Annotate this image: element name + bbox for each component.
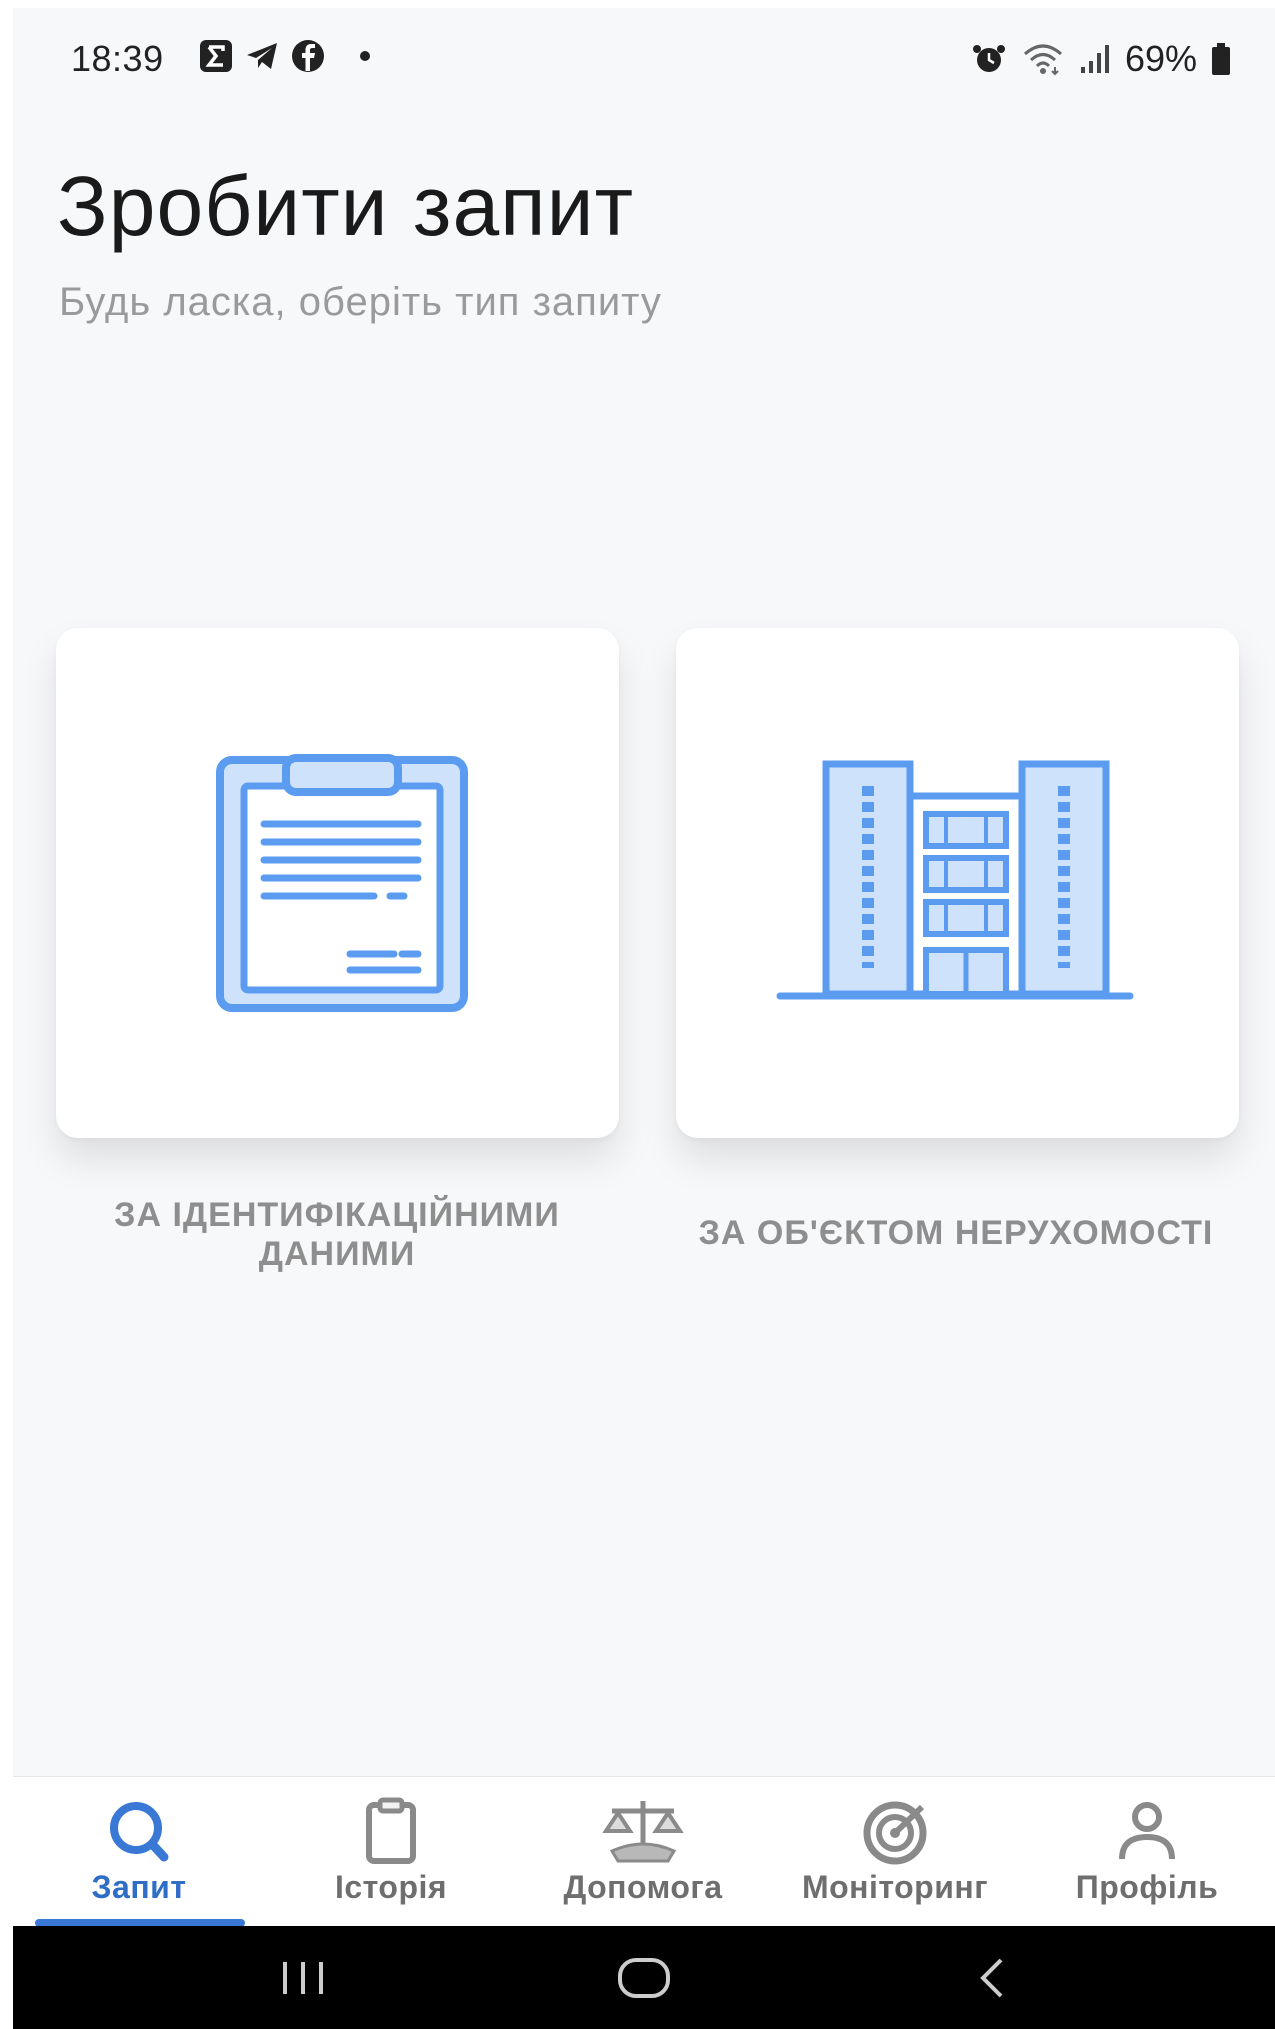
option-label-identification[interactable]: ЗА ІДЕНТИФІКАЦІЙНИМИ ДАНИМИ (57, 1196, 617, 1274)
system-status-icons: 69% (971, 38, 1231, 80)
notification-dot (360, 51, 370, 61)
nav-item-zapyt[interactable]: Запит (13, 1777, 265, 1927)
page-title: Зробити запит (57, 159, 635, 253)
nav-item-dopomoha[interactable]: Допомога (517, 1777, 769, 1927)
nav-item-monitoring[interactable]: Моніторинг (769, 1777, 1021, 1927)
signal-icon (1080, 45, 1109, 73)
bottom-navigation: Запит Історія Допомога Моніторинг Профіл… (13, 1776, 1275, 1927)
recents-button[interactable] (203, 1926, 403, 2029)
clipboard-icon (366, 1797, 416, 1864)
home-icon (618, 1957, 670, 1998)
document-clipboard-icon (216, 754, 468, 1012)
option-label-real-estate[interactable]: ЗА ОБ'ЄКТОМ НЕРУХОМОСТІ (676, 1214, 1236, 1253)
user-icon (1119, 1802, 1175, 1860)
nav-label-profil: Профіль (1075, 1869, 1219, 1905)
radar-icon (863, 1801, 927, 1865)
nav-label-zapyt: Запит (91, 1869, 187, 1905)
back-icon (980, 1958, 1003, 1997)
nav-label-istoriya: Історія (334, 1869, 448, 1905)
option-card-real-estate[interactable] (676, 628, 1239, 1138)
battery-percent: 69% (1124, 38, 1197, 79)
status-bar: 18:39 69% (13, 8, 1275, 108)
system-navigation-bar (13, 1926, 1275, 2029)
building-icon (776, 760, 1134, 1000)
search-icon (110, 1802, 169, 1862)
facebook-icon (292, 40, 324, 72)
telegram-icon (247, 43, 277, 69)
option-card-identification[interactable] (56, 628, 619, 1138)
recents-icon (283, 1961, 323, 1994)
notification-icons (198, 38, 370, 74)
battery-icon (1212, 43, 1230, 75)
status-time: 18:39 (71, 38, 164, 79)
page-subtitle: Будь ласка, оберіть тип запиту (59, 280, 662, 324)
nav-item-istoriya[interactable]: Історія (265, 1777, 517, 1927)
wifi-icon (1023, 44, 1062, 76)
nav-item-profil[interactable]: Профіль (1021, 1777, 1273, 1927)
app-screen: 18:39 69% Зробити запит Будь ласка, обер… (13, 8, 1275, 2029)
back-button[interactable] (893, 1926, 1093, 2029)
alarm-icon (972, 45, 1005, 72)
nav-label-monitoring: Моніторинг (801, 1869, 989, 1905)
sigma-app-icon (200, 40, 232, 72)
scales-icon (602, 1801, 684, 1863)
home-button[interactable] (544, 1926, 744, 2029)
nav-label-dopomoha: Допомога (563, 1869, 723, 1905)
